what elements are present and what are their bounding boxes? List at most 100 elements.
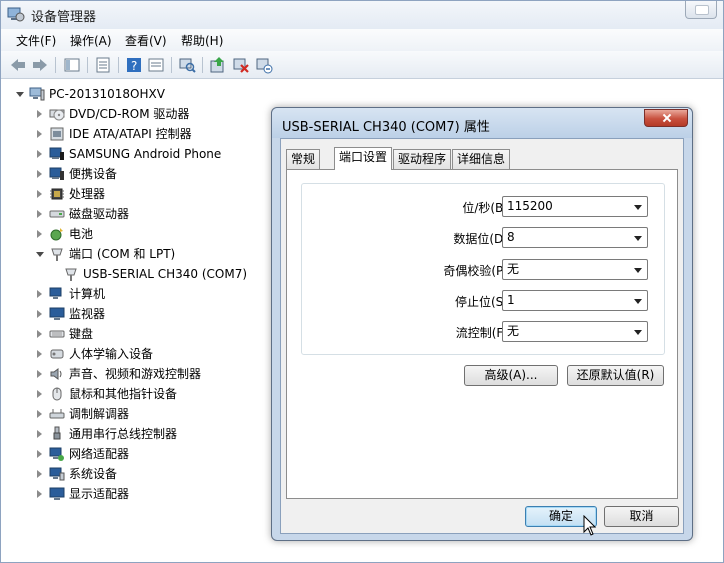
expand-icon[interactable] [37, 410, 42, 418]
tab-driver[interactable]: 驱动程序 [393, 149, 452, 169]
parity-row: 奇偶校验(P): 无 [302, 259, 666, 281]
computer-icon [49, 287, 62, 299]
expand-icon[interactable] [37, 450, 42, 458]
tree-item-usb[interactable]: 通用串行总线控制器 [37, 424, 267, 444]
disable-icon[interactable] [255, 56, 273, 74]
tree-item-mouse[interactable]: 鼠标和其他指针设备 [37, 384, 267, 404]
data-bits-select[interactable]: 8 [502, 227, 648, 248]
tree-item-battery[interactable]: 电池 [37, 224, 267, 244]
tree-item-system[interactable]: 系统设备 [37, 464, 267, 484]
device-manager-icon [7, 7, 25, 22]
restore-defaults-button[interactable]: 还原默认值(R) [567, 365, 664, 386]
tree-item-network[interactable]: 网络适配器 [37, 444, 267, 464]
expand-icon[interactable] [37, 490, 42, 498]
expand-icon[interactable] [37, 150, 42, 158]
dialog-title-bar[interactable]: USB-SERIAL CH340 (COM7) 属性 [272, 108, 692, 138]
computer-icon [29, 87, 45, 101]
properties-icon[interactable] [94, 56, 112, 74]
tree-item-computer[interactable]: 计算机 [37, 284, 267, 304]
dialog-close-button[interactable] [644, 109, 688, 127]
back-icon[interactable] [9, 56, 27, 74]
tree-item-hid[interactable]: 人体学输入设备 [37, 344, 267, 364]
portable-device-icon [49, 167, 64, 180]
tree-item-label: 端口 (COM 和 LPT) [69, 247, 176, 261]
update-driver-icon[interactable] [209, 56, 227, 74]
tree-item-label: USB-SERIAL CH340 (COM7) [83, 267, 248, 281]
window-maximize-button[interactable] [685, 1, 717, 19]
tree-item-label: 调制解调器 [69, 407, 130, 421]
dvd-drive-icon [49, 109, 65, 121]
device-manager-window: 设备管理器 文件(F) 操作(A) 查看(V) 帮助(H) ? PC-20131… [0, 0, 724, 563]
menu-action[interactable]: 操作(A) [68, 32, 114, 49]
tree-item-portable[interactable]: 便携设备 [37, 164, 267, 184]
tab-details[interactable]: 详细信息 [452, 149, 511, 169]
mouse-cursor-icon [583, 515, 597, 536]
menu-file[interactable]: 文件(F) [14, 32, 58, 49]
tree-item-dvd[interactable]: DVD/CD-ROM 驱动器 [37, 104, 267, 124]
tab-port-settings[interactable]: 端口设置 [334, 147, 393, 170]
expand-icon[interactable] [37, 190, 42, 198]
details-icon[interactable] [147, 56, 165, 74]
collapse-icon[interactable] [16, 92, 24, 97]
tree-item-disk[interactable]: 磁盘驱动器 [37, 204, 267, 224]
expand-icon[interactable] [37, 370, 42, 378]
expand-icon[interactable] [37, 350, 42, 358]
tree-item-monitor[interactable]: 监视器 [37, 304, 267, 324]
tree-root-label: PC-20131018OHXV [49, 87, 165, 101]
uninstall-icon[interactable] [232, 56, 250, 74]
scan-hardware-icon[interactable] [178, 56, 196, 74]
tree-item-label: DVD/CD-ROM 驱动器 [69, 107, 190, 121]
help-icon[interactable]: ? [125, 56, 143, 74]
tree-item-label: 网络适配器 [69, 447, 130, 461]
parity-select[interactable]: 无 [502, 259, 648, 280]
expand-icon[interactable] [37, 330, 42, 338]
tree-item-display[interactable]: 显示适配器 [37, 484, 267, 504]
tree-item-ch340[interactable]: USB-SERIAL CH340 (COM7) [57, 264, 267, 284]
tree-item-label: 鼠标和其他指针设备 [69, 387, 178, 401]
ide-controller-icon [50, 127, 64, 141]
expand-icon[interactable] [37, 430, 42, 438]
collapse-icon[interactable] [36, 252, 44, 257]
menu-help[interactable]: 帮助(H) [179, 32, 225, 49]
baud-rate-select[interactable]: 115200 [502, 196, 648, 217]
stop-bits-select[interactable]: 1 [502, 290, 648, 311]
properties-dialog: USB-SERIAL CH340 (COM7) 属性 常规 端口设置 驱动程序 … [271, 107, 693, 541]
tree-item-label: 系统设备 [69, 467, 118, 481]
expand-icon[interactable] [37, 110, 42, 118]
expand-icon[interactable] [37, 130, 42, 138]
tree-item-modem[interactable]: 调制解调器 [37, 404, 267, 424]
hid-icon [50, 349, 64, 359]
battery-icon [50, 228, 63, 241]
tree-item-samsung[interactable]: SAMSUNG Android Phone [37, 144, 267, 164]
tree-item-label: 处理器 [69, 187, 106, 201]
expand-icon[interactable] [37, 390, 42, 398]
expand-icon[interactable] [37, 470, 42, 478]
tree-view-icon[interactable] [63, 56, 81, 74]
tree-item-label: 电池 [69, 227, 94, 241]
flow-control-select[interactable]: 无 [502, 321, 648, 342]
system-device-icon [49, 467, 65, 481]
tree-item-ports[interactable]: 端口 (COM 和 LPT) [36, 244, 267, 264]
tree-item-ide[interactable]: IDE ATA/ATAPI 控制器 [37, 124, 267, 144]
tab-general[interactable]: 常规 [286, 149, 321, 169]
keyboard-icon [49, 330, 65, 338]
network-icon [49, 447, 64, 461]
tree-item-keyboard[interactable]: 键盘 [37, 324, 267, 344]
expand-icon[interactable] [37, 170, 42, 178]
menu-view[interactable]: 查看(V) [123, 32, 169, 49]
tree-item-processor[interactable]: 处理器 [37, 184, 267, 204]
toolbar: ? [1, 51, 723, 79]
expand-icon[interactable] [37, 230, 42, 238]
cancel-button[interactable]: 取消 [604, 506, 679, 527]
expand-icon[interactable] [37, 290, 42, 298]
tree-root[interactable]: PC-20131018OHXV [16, 84, 257, 104]
title-bar: 设备管理器 [1, 1, 723, 29]
expand-icon[interactable] [37, 210, 42, 218]
expand-icon[interactable] [37, 310, 42, 318]
processor-icon [50, 188, 64, 200]
advanced-button[interactable]: 高级(A)... [464, 365, 558, 386]
forward-icon[interactable] [31, 56, 49, 74]
tree-item-sound[interactable]: 声音、视频和游戏控制器 [37, 364, 267, 384]
svg-text:?: ? [131, 59, 137, 73]
tree-item-label: 计算机 [69, 287, 106, 301]
